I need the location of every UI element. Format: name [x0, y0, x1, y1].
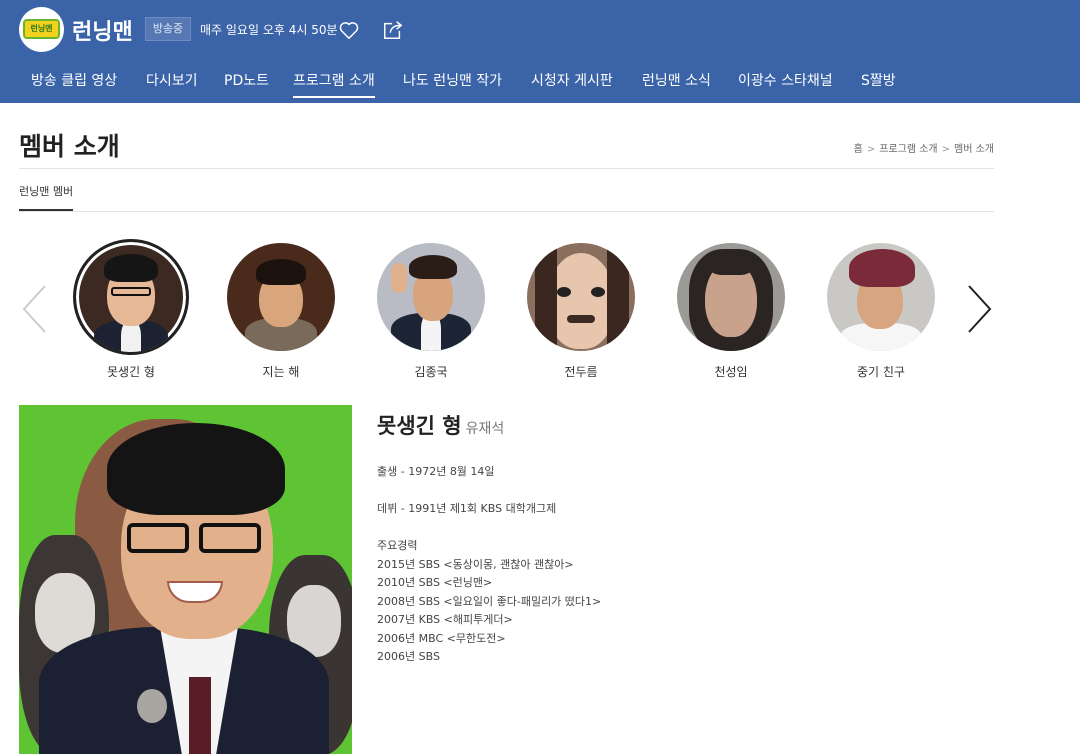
nav-writer[interactable]: 나도 런닝맨 작가: [403, 70, 502, 98]
nav-star-channel[interactable]: 이광수 스타채널: [738, 70, 833, 98]
onair-badge: 방송중: [145, 17, 191, 41]
nav-program-intro[interactable]: 프로그램 소개: [293, 70, 375, 98]
show-title[interactable]: 런닝맨: [72, 14, 133, 46]
nav-pd-note[interactable]: PD노트: [224, 70, 269, 98]
logo-badge: 런닝맨: [23, 19, 60, 39]
breadcrumb: 홈 > 프로그램 소개 > 멤버 소개: [854, 140, 994, 155]
nav-s-jjalbang[interactable]: S짤방: [861, 70, 896, 98]
member-name: 천성임: [714, 365, 748, 379]
breadcrumb-current: 멤버 소개: [954, 144, 994, 155]
heart-icon[interactable]: [338, 19, 360, 41]
nav-news[interactable]: 런닝맨 소식: [642, 70, 711, 98]
breadcrumb-home[interactable]: 홈: [854, 144, 863, 155]
member-card[interactable]: 중기 친구: [821, 243, 941, 380]
member-photo: [73, 239, 189, 355]
member-name: 중기 친구: [857, 365, 905, 379]
member-photo: [827, 243, 935, 351]
member-card[interactable]: 전두름: [521, 243, 641, 380]
member-card[interactable]: 못생긴 형: [71, 239, 191, 380]
career-item: 2006년 SBS: [377, 650, 440, 663]
breadcrumb-separator: >: [941, 144, 951, 155]
career-item: 2006년 MBC <무한도전>: [377, 631, 506, 645]
divider: [19, 168, 994, 169]
member-detail-name: 못생긴 형 유재석: [377, 410, 504, 440]
tab-running-man-members[interactable]: 런닝맨 멤버: [19, 183, 74, 211]
member-photo: [677, 243, 785, 351]
member-card[interactable]: 천성임: [671, 243, 791, 380]
nav-clip-videos[interactable]: 방송 클립 영상: [31, 70, 117, 98]
career-list: 주요경력 2015년 SBS <동상이몽, 괜찮아 괜찮아> 2010년 SBS…: [377, 537, 601, 667]
member-name: 못생긴 형: [107, 365, 155, 379]
member-large-photo: [19, 405, 352, 754]
career-item: 2007년 KBS <해피투게더>: [377, 613, 513, 626]
member-card[interactable]: 김종국: [371, 243, 491, 380]
member-debut: 데뷔 - 1991년 제1회 KBS 대학개그제: [377, 502, 557, 515]
nav-replay[interactable]: 다시보기: [146, 70, 198, 98]
member-real-name: 유재석: [465, 421, 505, 437]
member-nickname: 못생긴 형: [377, 414, 462, 438]
breadcrumb-program-intro[interactable]: 프로그램 소개: [879, 144, 937, 155]
share-icon[interactable]: [382, 19, 404, 41]
member-name: 지는 해: [262, 365, 300, 379]
logo-text: 런닝맨: [30, 24, 53, 33]
member-photo: [377, 243, 485, 351]
member-photo: [527, 243, 635, 351]
nav-viewer-board[interactable]: 시청자 게시판: [531, 70, 613, 98]
site-header: 런닝맨 런닝맨 방송중 매주 일요일 오후 4시 50분 방송 클립 영상 다시…: [0, 0, 1080, 103]
main-nav: 방송 클립 영상 다시보기 PD노트 프로그램 소개 나도 런닝맨 작가 시청자…: [0, 70, 1080, 100]
member-name: 김종국: [414, 365, 448, 379]
career-item: 2015년 SBS <동상이몽, 괜찮아 괜찮아>: [377, 557, 574, 571]
divider: [19, 211, 994, 212]
show-logo[interactable]: 런닝맨: [19, 7, 64, 52]
member-photo: [227, 243, 335, 351]
page-title: 멤버 소개: [19, 132, 120, 161]
member-name: 전두름: [564, 365, 598, 379]
career-item: 2010년 SBS <런닝맨>: [377, 576, 493, 589]
career-heading: 주요경력: [377, 539, 418, 552]
member-card[interactable]: 지는 해: [221, 243, 341, 380]
broadcast-schedule: 매주 일요일 오후 4시 50분: [200, 23, 338, 37]
career-item: 2008년 SBS <일요일이 좋다-패밀리가 떴다1>: [377, 594, 602, 608]
carousel-prev-arrow-icon[interactable]: [20, 283, 50, 335]
carousel-next-arrow-icon[interactable]: [964, 283, 994, 335]
member-birth: 출생 - 1972년 8월 14일: [377, 465, 495, 478]
breadcrumb-separator: >: [866, 144, 876, 155]
